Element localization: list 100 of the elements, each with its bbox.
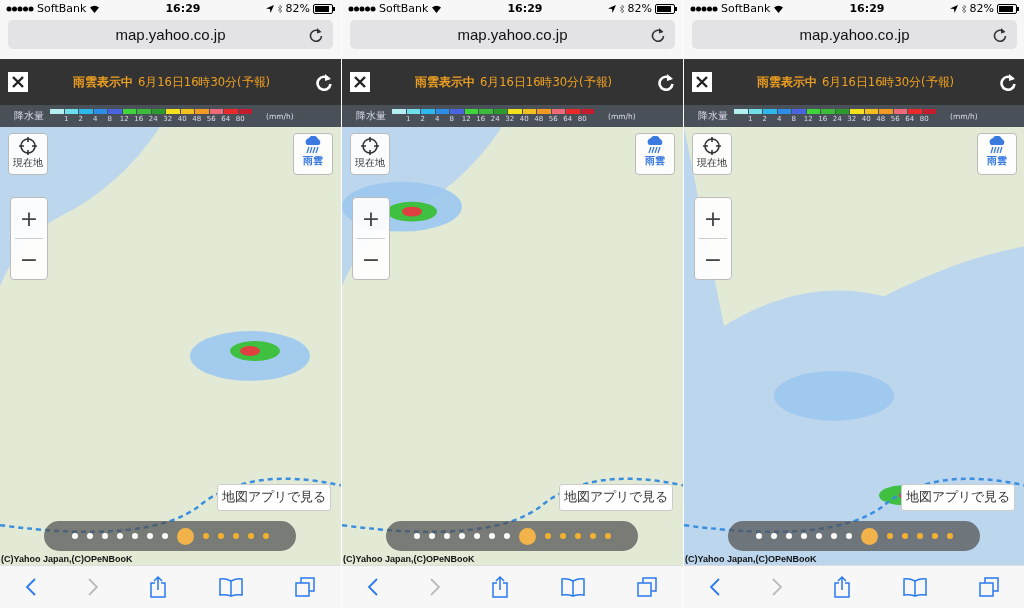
crosshair-icon	[18, 136, 38, 156]
back-button[interactable]	[25, 577, 38, 597]
signal-icon	[348, 5, 376, 12]
timeline-dot[interactable]	[443, 533, 450, 539]
back-button[interactable]	[709, 577, 722, 597]
copyright-text: (C)Yahoo Japan,(C)OPeNBooK	[343, 554, 475, 564]
timeline-dot[interactable]	[202, 533, 209, 539]
timeline-dot[interactable]	[604, 533, 611, 539]
zoom-out-button[interactable]: −	[353, 239, 389, 279]
rain-cloud-button[interactable]: 雨雲	[635, 133, 675, 175]
timeline-dot[interactable]	[86, 533, 93, 539]
timeline-dot[interactable]	[101, 533, 108, 539]
timeline-dot[interactable]	[413, 533, 420, 539]
timeline-dot[interactable]	[800, 533, 807, 539]
bookmarks-button[interactable]	[559, 577, 586, 597]
legend-title: 降水量	[14, 109, 44, 123]
open-in-map-app-button[interactable]: 地図アプリで見る	[559, 484, 673, 511]
timeline-dot[interactable]	[518, 527, 536, 545]
timeline-dot[interactable]	[232, 533, 239, 539]
address-bar[interactable]: map.yahoo.co.jp	[350, 20, 675, 49]
share-button[interactable]	[149, 575, 168, 599]
zoom-in-button[interactable]: +	[11, 198, 47, 238]
url-text: map.yahoo.co.jp	[457, 26, 568, 43]
current-location-button[interactable]: 現在地	[8, 133, 48, 175]
timeline-dot[interactable]	[589, 533, 596, 539]
reload-icon[interactable]	[651, 27, 665, 42]
timeline-dot[interactable]	[574, 533, 581, 539]
reload-icon[interactable]	[309, 27, 323, 42]
carrier-name: SoftBank	[721, 2, 771, 15]
timeline-dot[interactable]	[131, 533, 138, 539]
zoom-in-button[interactable]: +	[695, 198, 731, 238]
timeline-dot[interactable]	[176, 527, 194, 545]
tabs-button[interactable]	[635, 576, 658, 598]
timeline-dot[interactable]	[946, 533, 953, 539]
copyright-text: (C)Yahoo Japan,(C)OPeNBooK	[1, 554, 133, 564]
legend-title: 降水量	[356, 109, 386, 123]
tabs-button[interactable]	[977, 576, 1000, 598]
refresh-button[interactable]	[315, 73, 333, 91]
timeline-dot[interactable]	[146, 533, 153, 539]
timeline-dot[interactable]	[886, 533, 893, 539]
bookmarks-button[interactable]	[217, 577, 244, 597]
timeline-dot[interactable]	[262, 533, 269, 539]
back-button[interactable]	[367, 577, 380, 597]
timeline-dot[interactable]	[901, 533, 908, 539]
legend-title: 降水量	[698, 109, 728, 123]
location-arrow-icon	[607, 4, 616, 13]
timeline-dot[interactable]	[815, 533, 822, 539]
battery-percentage: 82%	[627, 2, 652, 15]
timeline-dot[interactable]	[473, 533, 480, 539]
address-bar[interactable]: map.yahoo.co.jp	[692, 20, 1017, 49]
share-button[interactable]	[833, 575, 852, 599]
wifi-icon	[89, 4, 101, 13]
close-button[interactable]	[350, 72, 370, 92]
timeline-dot[interactable]	[71, 533, 78, 539]
timeline-dot[interactable]	[458, 533, 465, 539]
current-location-button[interactable]: 現在地	[692, 133, 732, 175]
signal-icon	[6, 5, 34, 12]
zoom-out-button[interactable]: −	[11, 239, 47, 279]
close-button[interactable]	[8, 72, 28, 92]
timeline-dot[interactable]	[116, 533, 123, 539]
tabs-button[interactable]	[293, 576, 316, 598]
timeline-dot[interactable]	[785, 533, 792, 539]
timeline-dot[interactable]	[217, 533, 224, 539]
current-location-button[interactable]: 現在地	[350, 133, 390, 175]
zoom-out-button[interactable]: −	[695, 239, 731, 279]
share-button[interactable]	[491, 575, 510, 599]
timeline-dot[interactable]	[860, 527, 878, 545]
address-bar[interactable]: map.yahoo.co.jp	[8, 20, 333, 49]
rain-cloud-button[interactable]: 雨雲	[977, 133, 1017, 175]
timeline-dot[interactable]	[770, 533, 777, 539]
bookmarks-button[interactable]	[901, 577, 928, 597]
carrier-name: SoftBank	[379, 2, 429, 15]
url-text: map.yahoo.co.jp	[115, 26, 226, 43]
refresh-button[interactable]	[657, 73, 675, 91]
timeline-dot[interactable]	[830, 533, 837, 539]
timeline-dot[interactable]	[916, 533, 923, 539]
clock-time: 16:29	[507, 2, 543, 15]
open-in-map-app-button[interactable]: 地図アプリで見る	[901, 484, 1015, 511]
close-button[interactable]	[692, 72, 712, 92]
rain-cloud-icon	[645, 136, 665, 154]
timeline-dot[interactable]	[755, 533, 762, 539]
zoom-in-button[interactable]: +	[353, 198, 389, 238]
timeline-dot[interactable]	[559, 533, 566, 539]
refresh-button[interactable]	[999, 73, 1017, 91]
timeline-dot[interactable]	[544, 533, 551, 539]
timeline-dot[interactable]	[488, 533, 495, 539]
timeline-dot[interactable]	[845, 533, 852, 539]
timeline-dot[interactable]	[428, 533, 435, 539]
wifi-icon	[431, 4, 443, 13]
rain-cloud-icon	[987, 136, 1007, 154]
open-in-map-app-button[interactable]: 地図アプリで見る	[217, 484, 331, 511]
timeline-dot[interactable]	[503, 533, 510, 539]
crosshair-icon	[702, 136, 722, 156]
signal-icon	[690, 5, 718, 12]
rain-cloud-button[interactable]: 雨雲	[293, 133, 333, 175]
wifi-icon	[773, 4, 785, 13]
timeline-dot[interactable]	[931, 533, 938, 539]
reload-icon[interactable]	[993, 27, 1007, 42]
timeline-dot[interactable]	[161, 533, 168, 539]
timeline-dot[interactable]	[247, 533, 254, 539]
